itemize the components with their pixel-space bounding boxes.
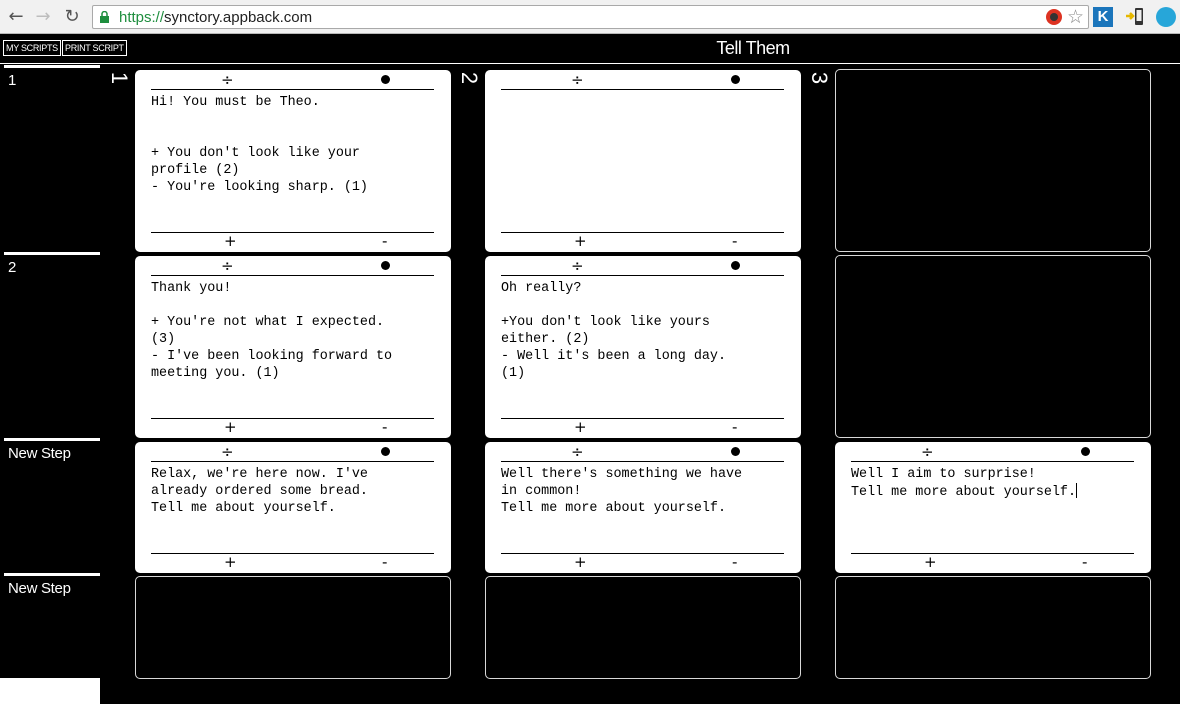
url-scheme: https://	[119, 9, 165, 26]
bookmark-star-icon[interactable]: ☆	[1067, 6, 1084, 28]
dialogue-card[interactable]: ÷ Relax, we're here now. I've already or…	[135, 442, 451, 573]
url-host: synctory.appback.com	[164, 9, 313, 26]
remove-branch-button[interactable]: -	[382, 419, 387, 435]
script-title: Tell Them	[716, 38, 790, 58]
card-text-editing[interactable]: Well I aim to surprise! Tell me more abo…	[851, 466, 1131, 501]
split-icon[interactable]: ÷	[571, 71, 584, 89]
empty-card-slot[interactable]	[135, 576, 451, 679]
split-icon[interactable]: ÷	[221, 257, 234, 275]
step-label-new-2[interactable]: New Step	[4, 573, 100, 678]
dot-icon[interactable]	[731, 261, 740, 270]
step-label-2[interactable]: 2	[4, 252, 100, 437]
text-cursor	[1076, 483, 1077, 498]
step-label-1[interactable]: 1	[4, 65, 100, 251]
sync-extension-icon[interactable]	[1156, 7, 1176, 27]
dialogue-card[interactable]: ÷ Oh really? +You don't look like yours …	[485, 256, 801, 438]
browser-toolbar: ← → ↻ https://synctory.appback.com ☆ K	[0, 0, 1180, 34]
print-script-button[interactable]: PRINT SCRIPT	[62, 40, 127, 56]
my-scripts-button[interactable]: MY SCRIPTS	[3, 40, 61, 56]
lock-icon	[100, 11, 109, 23]
back-arrow-icon[interactable]: ←	[6, 7, 26, 27]
empty-card-slot[interactable]	[485, 576, 801, 679]
address-bar[interactable]: https://synctory.appback.com ☆	[92, 5, 1089, 29]
add-branch-button[interactable]: +	[574, 233, 587, 249]
forward-arrow-icon[interactable]: →	[33, 7, 53, 27]
card-text[interactable]: Relax, we're here now. I've already orde…	[151, 466, 431, 517]
remove-branch-button[interactable]: -	[1082, 554, 1087, 570]
k-extension-icon[interactable]: K	[1093, 7, 1113, 27]
empty-card-slot[interactable]	[835, 69, 1151, 252]
dialogue-card[interactable]: ÷ + -	[485, 70, 801, 252]
dialogue-card-active[interactable]: ÷ Well I aim to surprise! Tell me more a…	[835, 442, 1151, 573]
card-text[interactable]: Oh really? +You don't look like yours ei…	[501, 280, 781, 382]
add-branch-button[interactable]: +	[224, 419, 237, 435]
add-branch-button[interactable]: +	[924, 554, 937, 570]
remove-branch-button[interactable]: -	[732, 554, 737, 570]
remove-branch-button[interactable]: -	[732, 419, 737, 435]
dialogue-card[interactable]: ÷ Thank you! + You're not what I expecte…	[135, 256, 451, 438]
dot-icon[interactable]	[381, 75, 390, 84]
step-label-new-1[interactable]: New Step	[4, 438, 100, 572]
sidebar-footer	[0, 678, 100, 704]
url-text: https://synctory.appback.com	[119, 9, 312, 26]
remove-branch-button[interactable]: -	[382, 233, 387, 249]
add-branch-button[interactable]: +	[224, 233, 237, 249]
phone-extension-icon[interactable]	[1125, 7, 1145, 27]
card-text[interactable]: Hi! You must be Theo. + You don't look l…	[151, 94, 431, 196]
card-text[interactable]: Thank you! + You're not what I expected.…	[151, 280, 431, 382]
dot-icon[interactable]	[381, 261, 390, 270]
add-branch-button[interactable]: +	[574, 554, 587, 570]
reload-icon[interactable]: ↻	[62, 7, 82, 27]
dot-icon[interactable]	[1081, 447, 1090, 456]
remove-branch-button[interactable]: -	[382, 554, 387, 570]
remove-branch-button[interactable]: -	[732, 233, 737, 249]
app-header: MY SCRIPTS PRINT SCRIPT Tell Them	[0, 34, 1180, 64]
dialogue-card[interactable]: ÷ Well there's something we have in comm…	[485, 442, 801, 573]
column-number-1: 1	[107, 71, 132, 85]
dot-icon[interactable]	[731, 447, 740, 456]
dot-icon[interactable]	[731, 75, 740, 84]
dialogue-card[interactable]: ÷ Hi! You must be Theo. + You don't look…	[135, 70, 451, 252]
dot-icon[interactable]	[381, 447, 390, 456]
split-icon[interactable]: ÷	[221, 443, 234, 461]
column-number-3: 3	[807, 71, 832, 85]
split-icon[interactable]: ÷	[571, 257, 584, 275]
empty-card-slot[interactable]	[835, 576, 1151, 679]
add-branch-button[interactable]: +	[574, 419, 587, 435]
card-text-value[interactable]: Well I aim to surprise! Tell me more abo…	[851, 467, 1076, 500]
column-number-2: 2	[457, 71, 482, 85]
empty-card-slot[interactable]	[835, 255, 1151, 438]
split-icon[interactable]: ÷	[221, 71, 234, 89]
split-icon[interactable]: ÷	[921, 443, 934, 461]
card-text[interactable]: Well there's something we have in common…	[501, 466, 781, 517]
split-icon[interactable]: ÷	[571, 443, 584, 461]
add-branch-button[interactable]: +	[224, 554, 237, 570]
blocker-extension-icon[interactable]	[1046, 9, 1062, 25]
